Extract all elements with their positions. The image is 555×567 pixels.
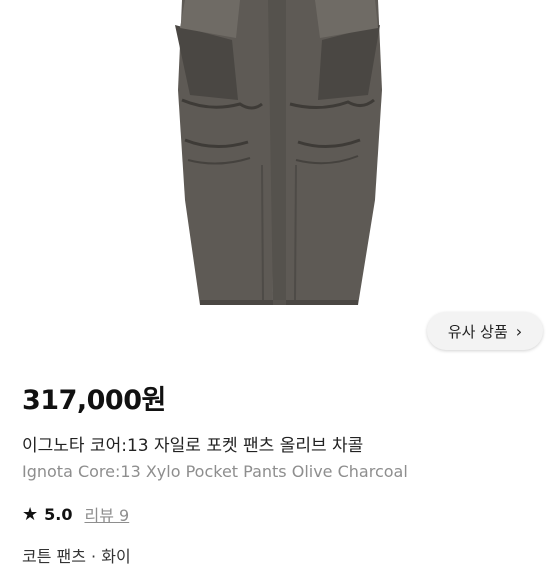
star-icon: ★ bbox=[22, 503, 39, 525]
similar-products-button[interactable]: 유사 상품 › bbox=[427, 312, 543, 350]
pants-illustration bbox=[175, 0, 382, 305]
similar-products-label: 유사 상품 bbox=[447, 322, 508, 341]
category-text: 코튼 팬츠 · 화이 bbox=[22, 547, 131, 566]
rating-row: ★ 5.0 리뷰 9 bbox=[22, 502, 129, 526]
product-title-english: Ignota Core:13 Xylo Pocket Pants Olive C… bbox=[22, 462, 408, 481]
rating-score: 5.0 bbox=[44, 504, 73, 524]
product-title-korean: 이그노타 코어:13 자일로 포켓 팬츠 올리브 차콜 bbox=[22, 436, 364, 456]
price: 317,000원 bbox=[22, 385, 166, 416]
reviews-link[interactable]: 리뷰 9 bbox=[84, 502, 129, 526]
product-image[interactable]: 유사 상품 › bbox=[0, 0, 555, 356]
chevron-right-icon: › bbox=[515, 321, 523, 341]
